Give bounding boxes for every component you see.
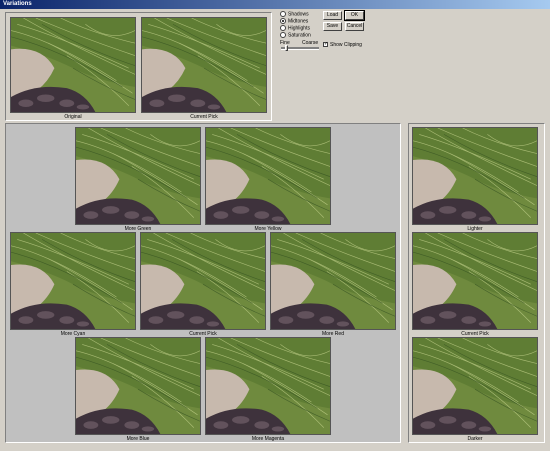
current-pick-thumbnail	[141, 17, 267, 113]
radio-midtones-label: Midtones	[288, 18, 309, 25]
slider-coarse-label: Coarse	[302, 40, 319, 46]
radio-midtones-dot[interactable]	[280, 18, 286, 24]
lighter-image	[413, 128, 537, 224]
darker-thumbnail[interactable]	[412, 337, 538, 435]
center-current-pick-image	[141, 233, 265, 329]
original-thumbnail	[10, 17, 136, 113]
more-green-thumbnail[interactable]	[75, 127, 201, 225]
more-red-thumbnail[interactable]	[270, 232, 396, 330]
more-magenta-caption: More Magenta	[251, 436, 285, 442]
brightness-current-pick-thumbnail[interactable]	[412, 232, 538, 330]
more-magenta-thumbnail[interactable]	[205, 337, 331, 435]
more-blue-caption: More Blue	[126, 436, 150, 442]
radio-highlights-dot[interactable]	[280, 25, 286, 31]
current-pick-image	[142, 18, 266, 112]
slider-thumb[interactable]	[285, 45, 288, 51]
lighter-thumbnail[interactable]	[412, 127, 538, 225]
load-button[interactable]: Load	[323, 11, 342, 20]
radio-shadows-label: Shadows	[288, 11, 309, 18]
save-button[interactable]: Save	[323, 22, 342, 31]
brightness-current-pick-image	[413, 233, 537, 329]
radio-saturation-dot[interactable]	[280, 32, 286, 38]
center-current-pick-thumbnail[interactable]	[140, 232, 266, 330]
more-magenta-image	[206, 338, 330, 434]
original-image	[11, 18, 135, 112]
radio-midtones[interactable]: Midtones	[280, 18, 308, 24]
original-caption: Original	[64, 114, 82, 120]
ok-button[interactable]: OK	[344, 10, 365, 21]
show-clipping-label: Show Clipping	[330, 42, 362, 48]
radio-shadows-dot[interactable]	[280, 11, 286, 17]
radio-saturation[interactable]: Saturation	[280, 32, 311, 38]
more-blue-thumbnail[interactable]	[75, 337, 201, 435]
radio-saturation-label: Saturation	[288, 32, 311, 39]
radio-shadows[interactable]: Shadows	[280, 11, 309, 17]
radio-highlights[interactable]: Highlights	[280, 25, 310, 31]
more-cyan-thumbnail[interactable]	[10, 232, 136, 330]
window-title: Variations	[0, 0, 550, 9]
radio-highlights-label: Highlights	[288, 25, 310, 32]
more-blue-image	[76, 338, 200, 434]
more-red-image	[271, 233, 395, 329]
cancel-button[interactable]: Cancel	[345, 22, 364, 31]
show-clipping-checkbox[interactable]: ✓	[323, 42, 328, 47]
current-pick-caption: Current Pick	[190, 114, 218, 120]
darker-caption: Darker	[467, 436, 483, 442]
more-green-image	[76, 128, 200, 224]
darker-image	[413, 338, 537, 434]
more-yellow-image	[206, 128, 330, 224]
more-yellow-thumbnail[interactable]	[205, 127, 331, 225]
more-cyan-image	[11, 233, 135, 329]
